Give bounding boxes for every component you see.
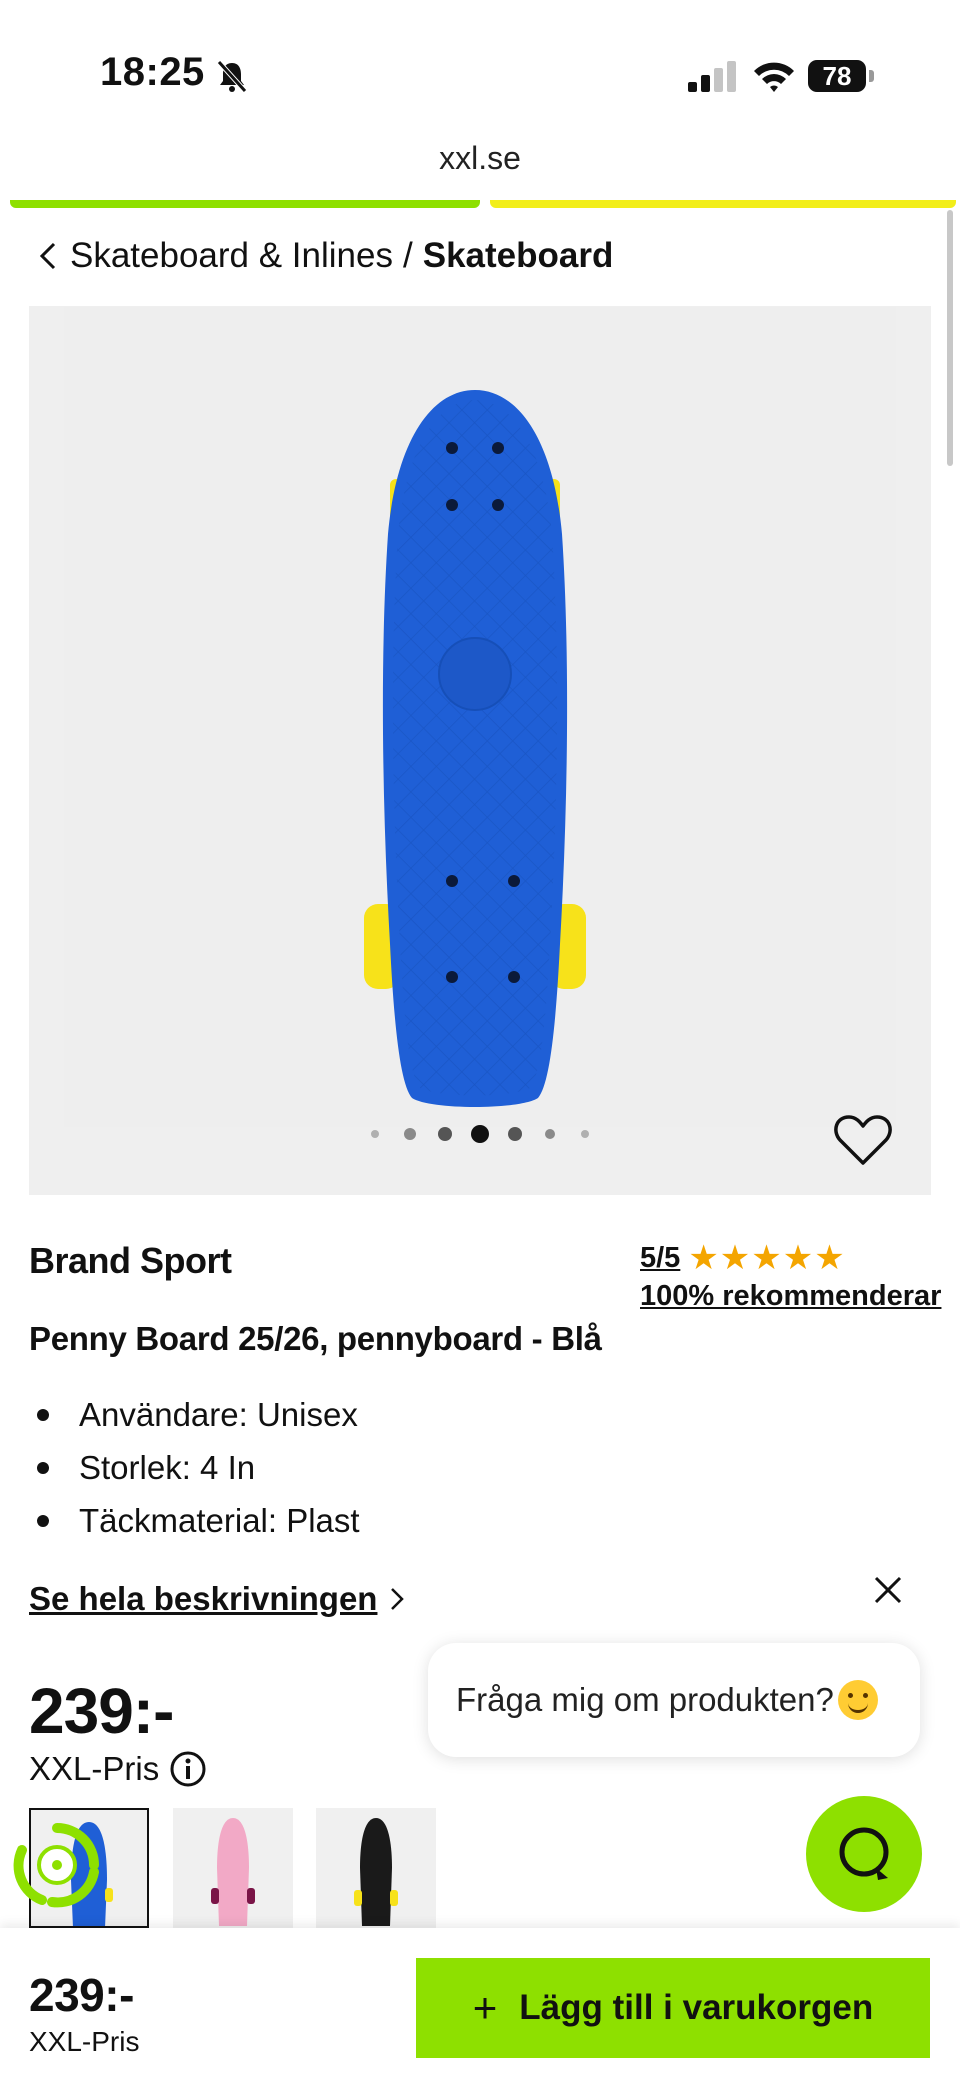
price-label: XXL-Pris bbox=[29, 1750, 207, 1788]
product-image-penny-board bbox=[364, 390, 586, 1107]
breadcrumb-separator: / bbox=[402, 236, 413, 275]
add-to-cart-label: Lägg till i varukorgen bbox=[519, 1988, 874, 2027]
full-description-label[interactable]: Se hela beskrivningen bbox=[29, 1580, 377, 1618]
chat-button[interactable] bbox=[806, 1796, 922, 1912]
bullet bbox=[37, 1461, 49, 1474]
product-title: Penny Board 25/26, pennyboard - Blå bbox=[29, 1320, 602, 1357]
breadcrumb-parent-link[interactable]: Skateboard & Inlines bbox=[70, 236, 393, 276]
product-brand[interactable]: Brand Sport bbox=[29, 1240, 232, 1282]
feature-text: Storlek: 4 In bbox=[79, 1448, 256, 1486]
battery-icon: 78 bbox=[808, 60, 876, 94]
sticky-price-label: XXL-Pris bbox=[29, 2026, 140, 2057]
gallery-pagination[interactable] bbox=[360, 1124, 600, 1144]
feature-item: Storlek: 4 In bbox=[29, 1441, 360, 1494]
variant-thumb-black[interactable] bbox=[316, 1808, 436, 1928]
recycle-icon[interactable] bbox=[12, 1820, 102, 1910]
breadcrumb-current[interactable]: Skateboard bbox=[423, 236, 614, 276]
bullet bbox=[37, 1408, 49, 1421]
battery-cap bbox=[869, 70, 874, 82]
feature-text: Täckmaterial: Plast bbox=[79, 1501, 360, 1539]
smiley-emoji-icon bbox=[837, 1680, 878, 1720]
full-description-link[interactable]: Se hela beskrivningen bbox=[29, 1580, 405, 1618]
rating-stars: ★★★★★ bbox=[688, 1239, 846, 1277]
feature-item: Täckmaterial: Plast bbox=[29, 1494, 360, 1547]
gallery-dot[interactable] bbox=[404, 1128, 416, 1140]
product-price: 239:- bbox=[29, 1675, 174, 1747]
bell-muted-icon bbox=[217, 60, 247, 93]
add-to-cart-button[interactable]: + Lägg till i varukorgen bbox=[416, 1958, 930, 2058]
chevron-left-icon[interactable] bbox=[36, 238, 60, 274]
header-accent-green bbox=[10, 200, 480, 208]
wifi-icon bbox=[754, 62, 794, 92]
chat-prompt-text: Fråga mig om produkten? bbox=[456, 1681, 834, 1718]
feature-item: Användare: Unisex bbox=[29, 1388, 360, 1441]
plus-icon: + bbox=[472, 1984, 498, 2031]
gallery-dot-active[interactable] bbox=[471, 1125, 489, 1143]
signal-icon bbox=[688, 61, 736, 92]
chat-icon bbox=[839, 1827, 889, 1880]
feature-text: Användare: Unisex bbox=[79, 1395, 358, 1433]
rating-score[interactable]: 5/5 bbox=[640, 1242, 680, 1275]
status-time: 18:25 bbox=[100, 50, 205, 94]
gallery-dot[interactable] bbox=[371, 1130, 379, 1138]
sticky-price: 239:- bbox=[29, 1969, 134, 2021]
price-label-text: XXL-Pris bbox=[29, 1750, 160, 1787]
breadcrumb: Skateboard & Inlines / Skateboard bbox=[36, 236, 613, 276]
heart-icon[interactable] bbox=[833, 1113, 893, 1167]
battery-level: 78 bbox=[808, 60, 866, 92]
chat-prompt-bubble[interactable]: Fråga mig om produkten? bbox=[428, 1643, 920, 1757]
url-bar[interactable]: xxl.se bbox=[0, 140, 960, 177]
close-icon[interactable] bbox=[872, 1574, 904, 1606]
recommend-link[interactable]: 100% rekommenderar bbox=[640, 1280, 941, 1313]
variant-thumb-pink[interactable] bbox=[173, 1808, 293, 1928]
feature-list: Användare: Unisex Storlek: 4 In Täckmate… bbox=[29, 1388, 360, 1547]
page-scrollbar[interactable] bbox=[947, 210, 953, 466]
gallery-dot[interactable] bbox=[508, 1127, 522, 1141]
product-rating[interactable]: 5/5 ★★★★★ bbox=[640, 1238, 846, 1278]
chevron-right-icon bbox=[391, 1588, 405, 1610]
gallery-dot[interactable] bbox=[581, 1130, 589, 1138]
bullet bbox=[37, 1514, 49, 1527]
gallery-dot[interactable] bbox=[545, 1129, 555, 1139]
header-accent-yellow bbox=[490, 200, 956, 208]
info-icon[interactable] bbox=[169, 1750, 207, 1788]
gallery-dot[interactable] bbox=[438, 1127, 452, 1141]
